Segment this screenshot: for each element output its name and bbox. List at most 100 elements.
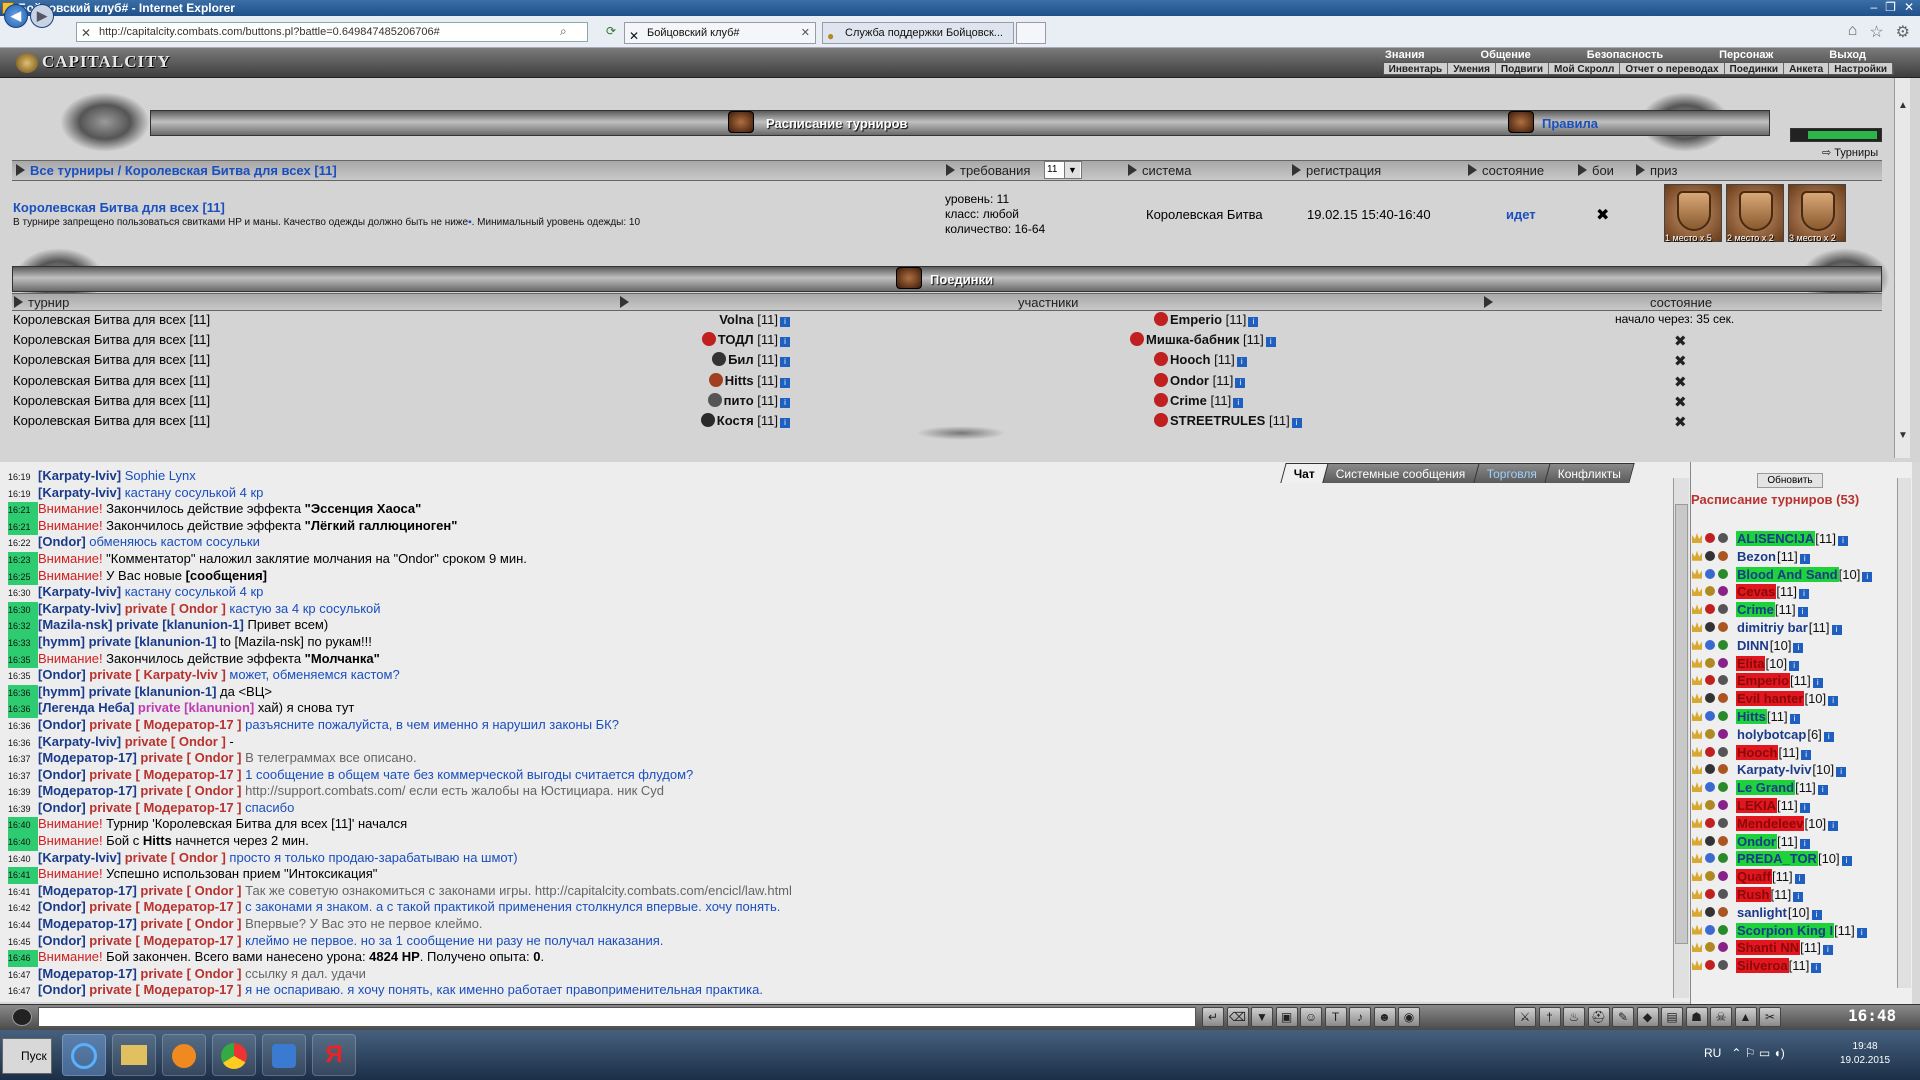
duel-player-b[interactable]: Hooch [11] i — [1154, 352, 1247, 368]
chat-nick[interactable]: [Ondor] — [38, 534, 86, 549]
helm-icon[interactable]: ⛑ — [1587, 1007, 1610, 1027]
crossed-swords-icon[interactable]: ✖ — [1596, 205, 1609, 225]
info-icon[interactable]: i — [1794, 874, 1805, 885]
chat-nick[interactable]: [Karpaty-lviv] — [38, 468, 121, 483]
timestamp[interactable]: 16:40 — [8, 851, 38, 868]
player-name[interactable]: ALISENCIJA — [1736, 531, 1816, 546]
info-icon[interactable]: i — [1793, 891, 1804, 902]
duel-player-a[interactable]: Hitts [11] i — [708, 372, 790, 388]
submenu-duels[interactable]: Поединки — [1725, 63, 1785, 75]
menu-knowledge[interactable]: Знания — [1357, 49, 1452, 61]
player-name[interactable]: Blood And Sand — [1736, 566, 1839, 582]
back-icon[interactable]: ◀ — [4, 4, 28, 28]
menu-exit[interactable]: Выход — [1801, 49, 1894, 61]
timestamp[interactable]: 16:40 — [8, 834, 38, 851]
chat-nick[interactable]: private [ Ondor ] — [137, 966, 241, 981]
chat-nick[interactable]: [Karpaty-lviv] — [38, 601, 121, 616]
player-name[interactable]: Hooch — [1736, 744, 1779, 760]
timestamp[interactable]: 16:23 — [8, 551, 38, 569]
info-icon[interactable]: i — [1812, 678, 1823, 689]
chat-nick[interactable]: private [klanunion-1] — [85, 684, 217, 699]
chat-nick[interactable]: [Модератор-17] — [38, 883, 137, 898]
lang-indicator[interactable]: RU — [1704, 1046, 1721, 1060]
chat-nick[interactable]: [Модератор-17] — [38, 750, 137, 765]
timestamp[interactable]: 16:21 — [8, 518, 38, 536]
timestamp[interactable]: 16:19 — [8, 469, 38, 486]
player-name[interactable]: sanlight — [1736, 905, 1788, 920]
player-name[interactable]: Mendeleev — [1736, 815, 1805, 831]
chat-nick[interactable]: private [ Karpaty-lviv ] — [86, 667, 226, 682]
chat-nick[interactable]: [hymm] — [38, 634, 85, 649]
trash-icon[interactable]: ✂ — [1759, 1007, 1781, 1027]
address-bar[interactable]: ✕ http://capitalcity.combats.com/buttons… — [76, 22, 588, 42]
new-tab-button[interactable] — [1016, 22, 1046, 44]
duel-player-a[interactable]: Volna [11] i — [719, 312, 790, 327]
chat-scroll-thumb[interactable] — [1675, 504, 1688, 944]
timestamp[interactable]: 16:47 — [8, 967, 38, 984]
menu-communication[interactable]: Общение — [1453, 49, 1559, 61]
sound-taskbar-icon[interactable] — [262, 1034, 306, 1076]
info-icon[interactable]: i — [1828, 696, 1839, 707]
prize-1[interactable]: 1 место x 5 — [1664, 184, 1722, 243]
info-icon[interactable]: i — [780, 337, 790, 348]
chat-nick[interactable]: [Модератор-17] — [38, 966, 137, 981]
breadcrumb[interactable]: Все турниры / Королевская Битва для всех… — [16, 163, 337, 178]
info-icon[interactable]: i — [1799, 553, 1810, 564]
info-icon[interactable]: i — [1793, 642, 1804, 653]
chat-nick[interactable]: private [ Ondor ] — [121, 601, 226, 616]
submenu-achievements[interactable]: Подвиги — [1496, 63, 1550, 75]
info-icon[interactable]: i — [780, 377, 790, 388]
duel-player-a[interactable]: пито [11] i — [707, 392, 790, 408]
timestamp[interactable]: 16:37 — [8, 768, 38, 785]
timestamp[interactable]: 16:33 — [8, 634, 38, 652]
info-icon[interactable]: i — [1822, 945, 1833, 956]
sword-icon[interactable]: † — [1538, 1007, 1561, 1027]
player-name[interactable]: Elita — [1736, 655, 1766, 671]
player-name[interactable]: Shanti NN — [1736, 940, 1801, 956]
timestamp[interactable]: 16:39 — [8, 801, 38, 818]
start-button[interactable]: Пуск — [2, 1038, 52, 1074]
timestamp[interactable]: 16:39 — [8, 784, 38, 801]
chat-nick[interactable]: private [ Ondor ] — [137, 750, 241, 765]
info-icon[interactable]: i — [1838, 536, 1849, 546]
duel-player-a[interactable]: Костя [11] i — [700, 413, 790, 428]
game-scrollbar[interactable]: ▲ ▼ — [1894, 78, 1910, 458]
info-icon[interactable]: i — [1856, 927, 1867, 938]
timestamp[interactable]: 16:36 — [8, 735, 38, 752]
player-name[interactable]: Scorpion King I — [1736, 922, 1835, 938]
timestamp[interactable]: 16:30 — [8, 601, 38, 619]
submenu-settings[interactable]: Настройки — [1829, 63, 1893, 75]
info-icon[interactable]: i — [1248, 317, 1259, 327]
player-name[interactable]: dimitriy bar — [1736, 620, 1809, 635]
info-icon[interactable]: i — [1823, 731, 1834, 742]
chevron-down-icon[interactable]: ▼ — [1064, 162, 1080, 178]
chat-nick[interactable]: [Модератор-17] — [38, 916, 137, 931]
info-icon[interactable]: i — [1789, 660, 1800, 671]
gem-icon[interactable]: ◆ — [1636, 1007, 1659, 1027]
submenu-profile[interactable]: Анкета — [1784, 63, 1830, 75]
player-name[interactable]: Karpaty-lviv — [1736, 762, 1812, 777]
camera-icon[interactable]: ◉ — [1398, 1007, 1420, 1027]
menu-security[interactable]: Безопасность — [1559, 49, 1691, 61]
chat-nick[interactable]: [Ondor] — [38, 717, 86, 732]
info-icon[interactable]: i — [1862, 571, 1873, 582]
explorer-taskbar-icon[interactable] — [112, 1034, 156, 1076]
chat-nick[interactable]: private [ Ondor ] — [137, 916, 241, 931]
info-icon[interactable]: i — [1841, 856, 1852, 867]
chat-nick[interactable]: [Ondor] — [38, 899, 86, 914]
refresh-icon[interactable]: ⟳ — [606, 24, 616, 38]
info-icon[interactable]: i — [1828, 820, 1839, 831]
info-icon[interactable]: i — [1799, 802, 1810, 813]
duel-player-a[interactable]: ТОДЛ [11] i — [701, 332, 790, 348]
submenu-skills[interactable]: Умения — [1448, 63, 1496, 75]
emote-icon[interactable]: ☺ — [1300, 1007, 1322, 1027]
player-name[interactable]: Le Grand — [1736, 780, 1796, 796]
chat-nick[interactable]: private [ Модератор-17 ] — [86, 933, 241, 948]
duel-player-b[interactable]: Ondor [11] i — [1154, 372, 1246, 388]
prize-3[interactable]: 3 место x 2 — [1788, 184, 1846, 243]
timestamp[interactable]: 16:36 — [8, 718, 38, 735]
chat-nick[interactable]: private [klanunion-1] — [112, 617, 244, 632]
rpanel-title[interactable]: Расписание турниров (53) — [1691, 492, 1881, 508]
timestamp[interactable]: 16:44 — [8, 917, 38, 934]
yandex-taskbar-icon[interactable]: Я — [312, 1034, 356, 1076]
